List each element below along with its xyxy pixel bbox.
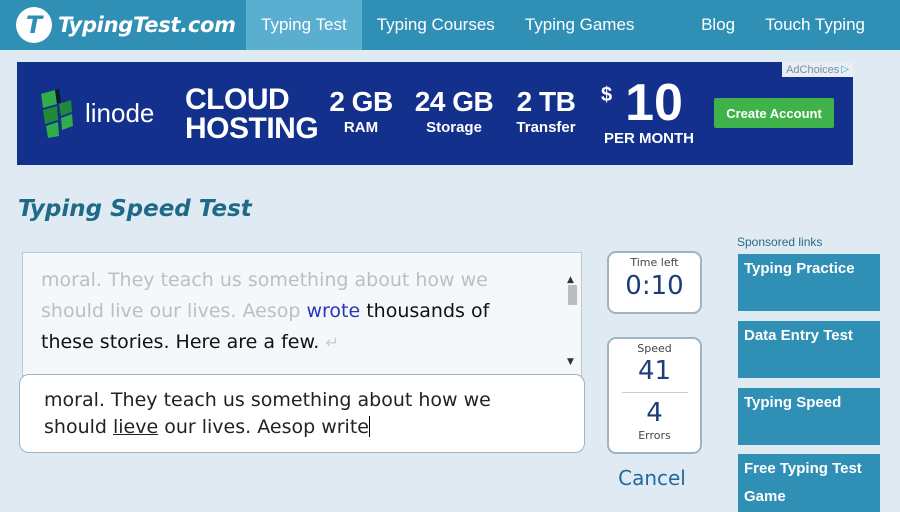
- typed-text: our lives. Aesop write: [158, 416, 369, 438]
- nav-typing-courses[interactable]: Typing Courses: [362, 0, 510, 50]
- ad-spec-label: Transfer: [516, 119, 576, 136]
- source-line: these stories. Here are a few. ↵: [41, 327, 547, 358]
- errors-value: 4: [646, 398, 663, 428]
- sponsored-link-data-entry-test[interactable]: Data Entry Test: [738, 321, 880, 378]
- time-left-box: Time left 0:10: [607, 251, 702, 314]
- adchoices-label: AdChoices: [786, 63, 840, 76]
- source-line: moral. They teach us something about how…: [41, 265, 547, 296]
- sponsored-links-label: Sponsored links: [737, 235, 823, 249]
- speed-label: Speed: [637, 342, 672, 355]
- ad-price-amount: 10: [625, 74, 683, 132]
- nav-typing-games[interactable]: Typing Games: [510, 0, 650, 50]
- stats-divider: [621, 392, 688, 393]
- ad-brand: linode: [85, 98, 155, 128]
- typed-line: should lieve our lives. Aesop write: [44, 414, 564, 441]
- ad-spec-value: 24 GB: [414, 86, 494, 117]
- speed-errors-box: Speed 41 4 Errors: [607, 337, 702, 454]
- main-nav: Typing Test Typing Courses Typing Games: [246, 0, 649, 50]
- text-caret: [368, 416, 370, 437]
- typing-error-word: lieve: [113, 416, 159, 438]
- ad-headline-line1: CLOUD: [185, 83, 290, 116]
- source-line: should live our lives. Aesop wrote thous…: [41, 296, 547, 327]
- return-icon: ↵: [325, 333, 339, 352]
- page-title: Typing Speed Test: [18, 196, 252, 222]
- remaining-source-text: thousands of: [360, 300, 490, 322]
- top-navigation-bar: T TypingTest.com Typing Test Typing Cour…: [0, 0, 900, 50]
- nav-blog[interactable]: Blog: [686, 0, 750, 50]
- ad-spec-ram: 2 GB RAM: [323, 86, 399, 138]
- nav-touch-typing[interactable]: Touch Typing: [750, 0, 880, 50]
- errors-label: Errors: [638, 429, 671, 442]
- typing-input[interactable]: moral. They teach us something about how…: [19, 374, 585, 453]
- cancel-link[interactable]: Cancel: [607, 466, 697, 490]
- logo-text: TypingTest.com: [58, 13, 236, 37]
- ad-spec-label: Storage: [426, 119, 482, 136]
- sponsored-link-typing-practice[interactable]: Typing Practice: [738, 254, 880, 311]
- ad-banner[interactable]: AdChoices ▷ linode CLOUD HOSTING 2 GB RA…: [17, 62, 853, 165]
- linode-logo-icon: [41, 89, 73, 138]
- time-left-label: Time left: [630, 256, 679, 269]
- ad-spec-value: 2 GB: [329, 86, 393, 117]
- time-left-value: 0:10: [625, 271, 684, 301]
- remaining-source-text: these stories. Here are a few.: [41, 331, 320, 353]
- ad-spec-label: RAM: [343, 119, 379, 136]
- current-word: wrote: [306, 300, 361, 322]
- source-text-panel: moral. They teach us something about how…: [22, 252, 582, 376]
- adchoices-badge[interactable]: AdChoices ▷: [782, 62, 853, 77]
- adchoices-icon: ▷: [841, 64, 849, 75]
- ad-price-currency: $: [601, 84, 613, 106]
- site-logo[interactable]: T TypingTest.com: [0, 0, 246, 50]
- nav-typing-test[interactable]: Typing Test: [246, 0, 362, 50]
- ad-spec-storage: 24 GB Storage: [407, 86, 501, 138]
- ad-price: $ 10 PER MONTH: [599, 76, 699, 148]
- typed-source-text: moral. They teach us something about how…: [41, 269, 488, 291]
- ad-headline: CLOUD HOSTING: [185, 83, 319, 145]
- logo-icon: T: [16, 7, 52, 43]
- sponsored-link-free-typing-test-game[interactable]: Free Typing Test Game: [738, 454, 880, 512]
- sponsored-link-typing-speed[interactable]: Typing Speed: [738, 388, 880, 445]
- create-account-button[interactable]: Create Account: [714, 98, 834, 128]
- ad-price-period: PER MONTH: [604, 130, 694, 147]
- source-scrollbar[interactable]: ▲ ▼: [565, 265, 579, 367]
- speed-value: 41: [637, 356, 672, 386]
- ad-spec-transfer: 2 TB Transfer: [509, 86, 583, 138]
- ad-headline-line2: HOSTING: [185, 112, 319, 145]
- typed-line: moral. They teach us something about how…: [44, 389, 491, 411]
- secondary-nav: Blog Touch Typing: [686, 0, 900, 50]
- ad-spec-value: 2 TB: [516, 86, 576, 117]
- typed-text: should: [44, 416, 113, 438]
- scrollbar-thumb[interactable]: [568, 285, 577, 305]
- typed-source-text: should live our lives. Aesop: [41, 300, 307, 322]
